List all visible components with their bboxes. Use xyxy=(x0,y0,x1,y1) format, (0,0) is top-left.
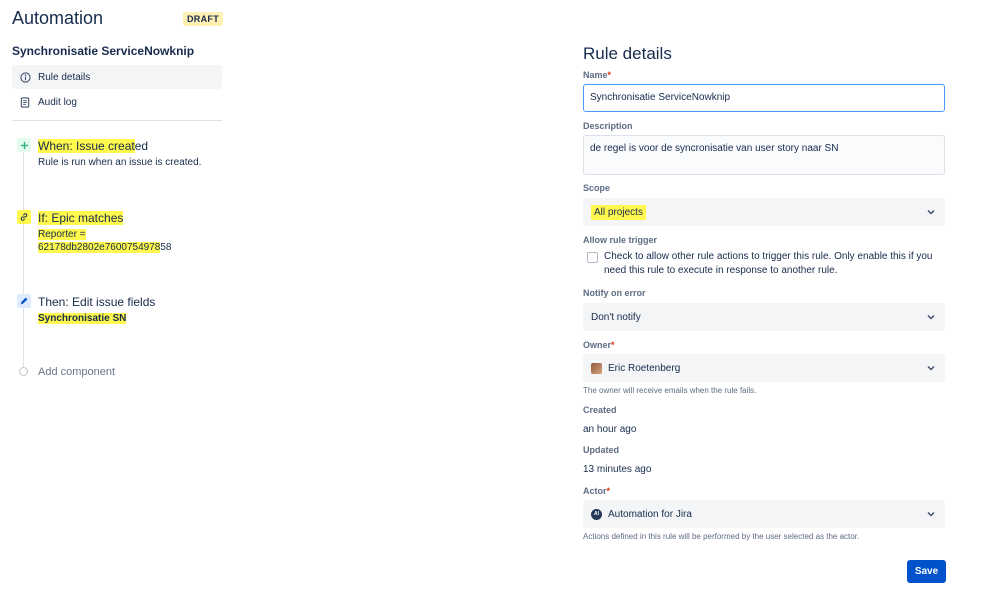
notify-on-error-label: Notify on error xyxy=(583,288,646,298)
status-badge: DRAFT xyxy=(183,12,223,26)
required-mark: * xyxy=(606,486,611,496)
owner-select[interactable]: Eric Roetenberg xyxy=(583,354,945,382)
created-label: Created xyxy=(583,405,617,415)
timeline-connector xyxy=(23,148,24,370)
rule-name-heading: Synchronisatie ServiceNowknip xyxy=(12,44,195,58)
owner-label: Owner* xyxy=(583,340,615,350)
actor-select[interactable]: AI Automation for Jira xyxy=(583,500,945,528)
owner-selection: Eric Roetenberg xyxy=(591,362,681,374)
required-mark: * xyxy=(611,340,615,350)
nav-item-label: Audit log xyxy=(38,96,77,108)
scope-label: Scope xyxy=(583,183,611,193)
avatar xyxy=(591,362,602,374)
actor-help-text: Actions defined in this rule will be per… xyxy=(583,532,860,541)
action-step-description: Synchronisatie SN xyxy=(38,312,127,325)
actor-value: Automation for Jira xyxy=(608,508,692,520)
actor-selection: AI Automation for Jira xyxy=(591,508,692,520)
rule-details-heading: Rule details xyxy=(583,44,672,63)
add-component-link[interactable]: Add component xyxy=(38,366,115,378)
plus-icon xyxy=(17,138,31,152)
line-rest: 58 xyxy=(160,242,172,253)
allow-rule-trigger-label: Allow rule trigger xyxy=(583,235,658,245)
actor-label: Actor* xyxy=(583,486,611,496)
nav-item-rule-details[interactable]: Rule details xyxy=(12,65,222,89)
chevron-down-icon xyxy=(927,511,935,517)
action-step-title[interactable]: Then: Edit issue fields xyxy=(38,295,155,309)
notify-value: Don't notify xyxy=(591,311,641,323)
allow-rule-trigger-text: Check to allow other rule actions to tri… xyxy=(604,251,933,276)
description-textarea[interactable]: de regel is voor de syncronisatie van us… xyxy=(583,135,945,175)
scope-value: All projects xyxy=(591,204,646,220)
chevron-down-icon xyxy=(927,314,935,320)
link-icon xyxy=(17,210,31,224)
allow-rule-trigger-checkbox[interactable] xyxy=(587,252,598,263)
condition-step-title[interactable]: If: Epic matches xyxy=(38,211,124,225)
updated-label: Updated xyxy=(583,445,619,455)
nav-item-label: Rule details xyxy=(38,71,91,83)
highlighted-text: Reporter = xyxy=(38,229,86,240)
description-label: Description xyxy=(583,121,633,131)
scope-select[interactable]: All projects xyxy=(583,198,945,226)
highlighted-text: Synchronisatie SN xyxy=(38,313,127,324)
divider xyxy=(12,120,222,121)
pencil-icon xyxy=(17,294,31,308)
owner-help-text: The owner will receive emails when the r… xyxy=(583,386,757,395)
condition-step-line2: 62178db2802e760075497858 xyxy=(38,241,171,254)
chevron-down-icon xyxy=(927,365,935,371)
highlighted-text: 62178db2802e7600754978 xyxy=(38,242,161,253)
page-title: Automation xyxy=(12,8,104,28)
name-label: Name* xyxy=(583,70,612,80)
highlighted-text: If: Epic matches xyxy=(38,211,124,225)
nav-item-audit-log[interactable]: Audit log xyxy=(12,90,222,114)
document-icon xyxy=(12,96,38,108)
owner-value: Eric Roetenberg xyxy=(608,362,681,374)
name-input[interactable]: Synchronisatie ServiceNowknip xyxy=(583,84,945,112)
trigger-step-title[interactable]: When: Issue created xyxy=(38,139,148,153)
required-mark: * xyxy=(607,70,612,80)
notify-on-error-select[interactable]: Don't notify xyxy=(583,303,945,331)
chevron-down-icon xyxy=(927,209,935,215)
save-button[interactable]: Save xyxy=(907,560,946,583)
avatar: AI xyxy=(591,508,602,520)
trigger-step-description: Rule is run when an issue is created. xyxy=(38,157,202,168)
highlighted-text: When: Issue creat xyxy=(38,139,135,153)
add-component-dot xyxy=(19,367,28,376)
info-icon xyxy=(12,71,38,83)
updated-value: 13 minutes ago xyxy=(583,464,652,475)
created-value: an hour ago xyxy=(583,424,637,435)
condition-step-line1: Reporter = xyxy=(38,228,86,241)
title-rest: ed xyxy=(134,139,149,153)
